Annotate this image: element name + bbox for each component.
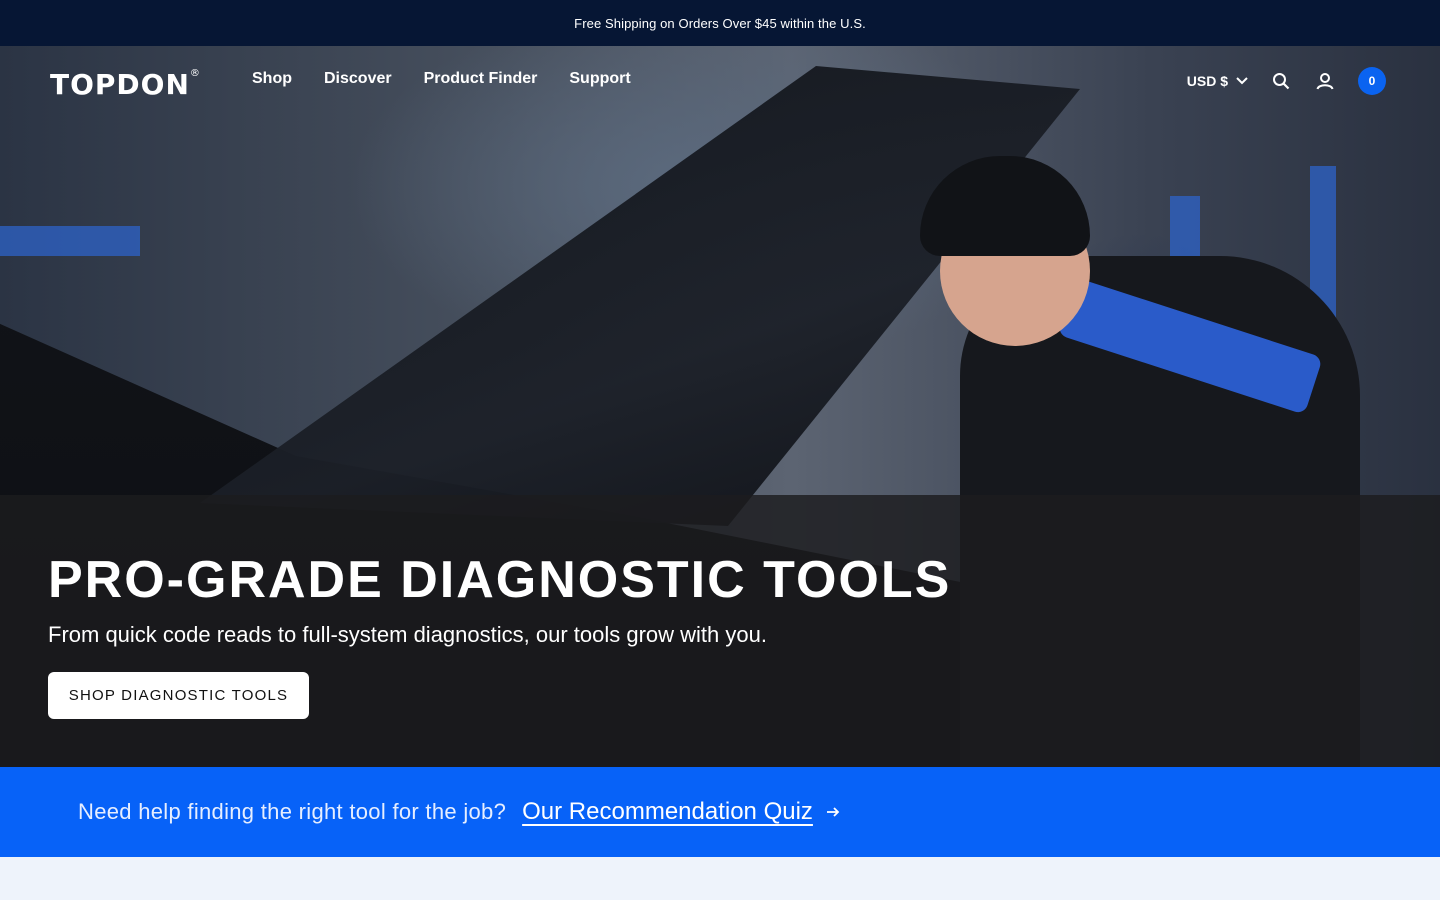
- nav-product-finder[interactable]: Product Finder: [424, 70, 538, 88]
- recommendation-quiz-link[interactable]: Our Recommendation Quiz: [522, 798, 813, 826]
- arrow-right-icon[interactable]: [825, 804, 841, 820]
- quiz-banner: Need help finding the right tool for the…: [0, 767, 1440, 857]
- next-section: [0, 857, 1440, 900]
- currency-selector[interactable]: USD $: [1187, 73, 1248, 89]
- cart-button[interactable]: 0: [1358, 67, 1386, 95]
- chevron-down-icon: [1236, 77, 1248, 85]
- nav-actions: USD $ 0: [1187, 67, 1386, 95]
- announcement-text: Free Shipping on Orders Over $45 within …: [574, 15, 866, 31]
- hero-title: PRO-GRADE DIAGNOSTIC TOOLS: [48, 551, 952, 609]
- nav-support[interactable]: Support: [569, 70, 630, 88]
- nav-shop[interactable]: Shop: [252, 70, 292, 88]
- main-nav: TOPDON® Shop Discover Product Finder Sup…: [0, 46, 1440, 116]
- topdon-logo[interactable]: TOPDON®: [50, 68, 201, 101]
- hero-subtitle: From quick code reads to full-system dia…: [48, 622, 767, 647]
- announcement-bar: Free Shipping on Orders Over $45 within …: [0, 0, 1440, 46]
- cart-count: 0: [1368, 74, 1376, 88]
- currency-label: USD $: [1186, 73, 1228, 89]
- nav-menu: Shop Discover Product Finder Support: [252, 70, 631, 88]
- shop-diagnostic-tools-button[interactable]: SHOP DIAGNOSTIC TOOLS: [48, 672, 309, 719]
- search-icon[interactable]: [1270, 70, 1292, 92]
- nav-discover[interactable]: Discover: [324, 70, 392, 88]
- account-icon[interactable]: [1314, 70, 1336, 92]
- quiz-prompt: Need help finding the right tool for the…: [78, 799, 507, 824]
